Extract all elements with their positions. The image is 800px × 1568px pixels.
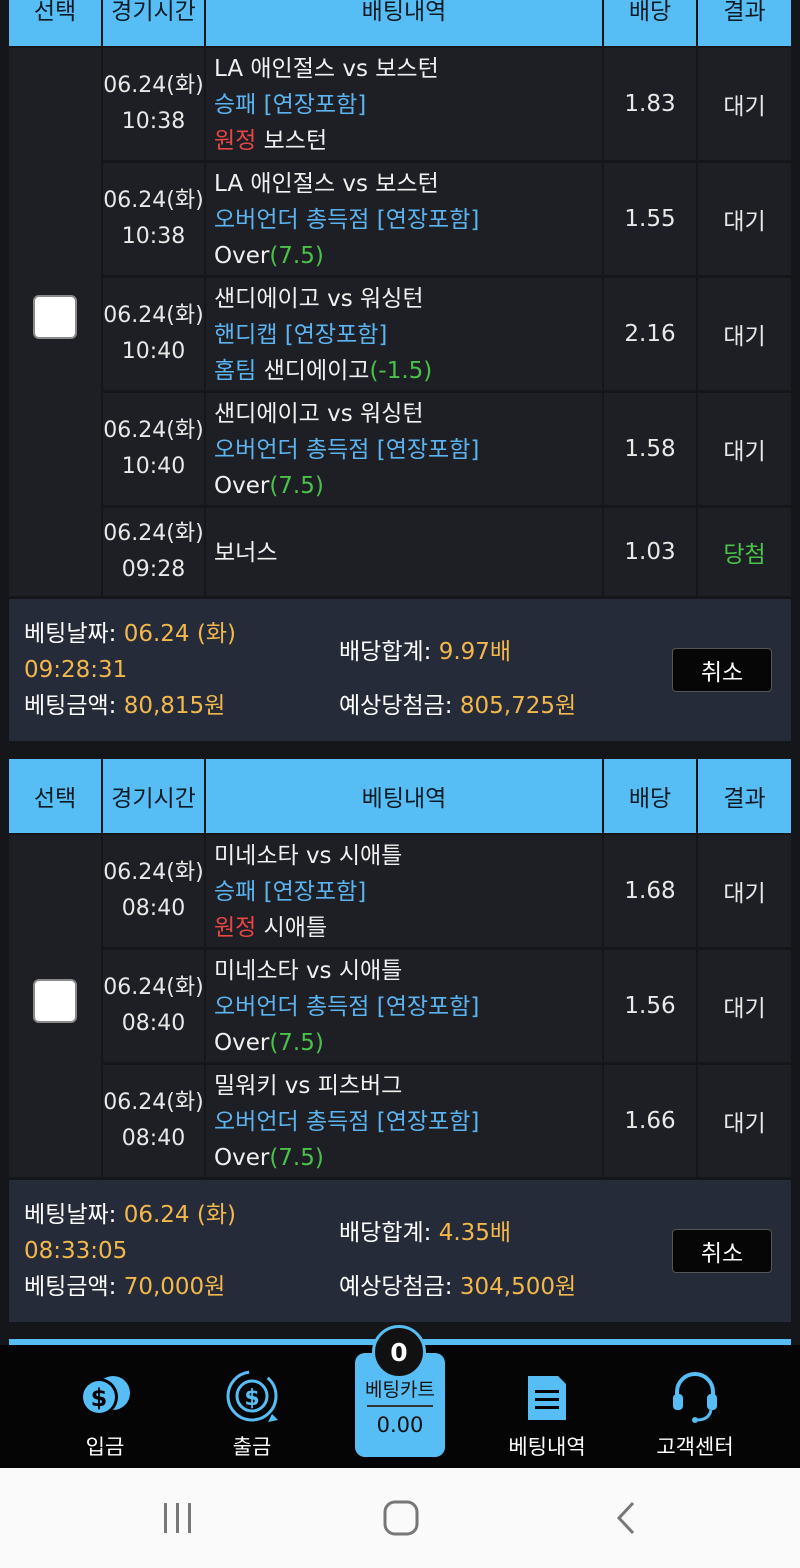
- table-row: 06.24(화) 08:40 밀워키 vs 피츠버그 오버언더 총득점 [연장포함…: [103, 1065, 791, 1177]
- bet-detail: 샌디에이고 vs 워싱턴 핸디캡 [연장포함] 홈팀 샌디에이고(-1.5): [206, 278, 602, 390]
- result-status: 대기: [698, 835, 791, 947]
- tab-support[interactable]: 고객센터: [620, 1345, 770, 1468]
- home-button[interactable]: [371, 1498, 431, 1538]
- svg-text:$: $: [91, 1384, 108, 1412]
- expected-payout: 예상당첨금: 304,500원: [339, 1274, 577, 1300]
- odds-value: 1.03: [604, 508, 696, 596]
- match-time: 06.24(화) 10:38: [103, 163, 204, 275]
- system-nav-bar: [0, 1468, 800, 1568]
- result-status: 대기: [698, 278, 791, 390]
- bet-date: 베팅날짜: 06.24 (화): [24, 621, 236, 647]
- table-row: 06.24(화) 10:40 샌디에이고 vs 워싱턴 오버언더 총득점 [연장포…: [103, 393, 791, 505]
- slip-checkbox[interactable]: [33, 295, 77, 339]
- result-status: 대기: [698, 393, 791, 505]
- col-result: 결과: [723, 786, 766, 812]
- svg-text:$: $: [244, 1386, 259, 1411]
- table-row: 06.24(화) 08:40 미네소타 vs 시애틀 오버언더 총득점 [연장포함…: [103, 950, 791, 1062]
- table-row: 06.24(화) 08:40 미네소타 vs 시애틀 승패 [연장포함] 원정 시…: [103, 835, 791, 947]
- odds-value: 1.83: [604, 48, 696, 160]
- bet-time: 08:33:05: [24, 1238, 128, 1264]
- match-time: 06.24(화) 10:40: [103, 278, 204, 390]
- odds-value: 1.56: [604, 950, 696, 1062]
- col-odds: 배당: [604, 759, 698, 833]
- col-odds: 배당: [604, 0, 698, 46]
- tab-bet-history[interactable]: 베팅내역: [472, 1345, 622, 1468]
- col-select: 선택: [9, 0, 103, 46]
- col-select: 선택: [9, 759, 103, 833]
- match-time: 06.24(화) 10:40: [103, 393, 204, 505]
- cart-title: 베팅카트: [365, 1379, 435, 1401]
- tab-label: 베팅내역: [508, 1435, 586, 1459]
- total-odds: 배당합계: 9.97배: [339, 639, 512, 665]
- bet-detail: 미네소타 vs 시애틀 오버언더 총득점 [연장포함] Over(7.5): [206, 950, 602, 1062]
- match-time: 06.24(화) 08:40: [103, 950, 204, 1062]
- document-icon: [517, 1367, 577, 1425]
- col-bet: 베팅내역: [206, 759, 604, 833]
- bet-detail: 밀워키 vs 피츠버그 오버언더 총득점 [연장포함] Over(7.5): [206, 1065, 602, 1177]
- col-result: 결과: [723, 0, 766, 25]
- withdraw-coin-icon: $: [222, 1367, 282, 1425]
- select-cell: [9, 835, 101, 1177]
- tab-deposit[interactable]: $ 입금: [30, 1345, 180, 1468]
- match-time: 06.24(화) 08:40: [103, 1065, 204, 1177]
- col-bet: 배팅내역: [206, 0, 604, 46]
- table-header: 선택 경기시간 베팅내역 배당 결과: [9, 759, 791, 833]
- bet-amount: 베팅금액: 80,815원: [24, 693, 226, 719]
- total-odds: 배당합계: 4.35배: [339, 1220, 512, 1246]
- result-status: 대기: [698, 1065, 791, 1177]
- table-row: 06.24(화) 10:38 LA 애인절스 vs 보스턴 오버언더 총득점 [연…: [103, 163, 791, 275]
- cart-value: 0.00: [376, 1413, 424, 1437]
- tab-label: 입금: [85, 1435, 125, 1459]
- result-status: 대기: [698, 48, 791, 160]
- odds-value: 1.55: [604, 163, 696, 275]
- match-time: 06.24(화) 08:40: [103, 835, 204, 947]
- bet-detail: 미네소타 vs 시애틀 승패 [연장포함] 원정 시애틀: [206, 835, 602, 947]
- select-cell: [9, 48, 101, 596]
- expected-payout: 예상당첨금: 805,725원: [339, 693, 577, 719]
- odds-value: 2.16: [604, 278, 696, 390]
- match-time: 06.24(화) 09:28: [103, 508, 204, 596]
- table-header: 선택 경기시간 배팅내역 배당 결과: [9, 0, 791, 46]
- cancel-button[interactable]: 취소: [672, 648, 772, 692]
- cart-count-badge: 0: [372, 1325, 426, 1379]
- bet-amount: 베팅금액: 70,000원: [24, 1274, 226, 1300]
- slip-checkbox[interactable]: [33, 979, 77, 1023]
- odds-value: 1.66: [604, 1065, 696, 1177]
- col-time: 경기시간: [103, 759, 206, 833]
- result-status: 대기: [698, 163, 791, 275]
- bet-detail: 보너스: [206, 508, 602, 596]
- table-row-bonus: 06.24(화) 09:28 보너스 1.03 당첨: [103, 508, 791, 596]
- bottom-tab-bar: $ 입금 $ 출금 베팅카트 0.00 0 베팅내역 고객센터: [0, 1325, 800, 1468]
- bet-history-list[interactable]: 선택 경기시간 배팅내역 배당 결과 06.24(화) 10:38 LA 애인절스…: [0, 0, 800, 1345]
- table-row: 06.24(화) 10:40 샌디에이고 vs 워싱턴 핸디캡 [연장포함] 홈팀…: [103, 278, 791, 390]
- deposit-coin-icon: $: [75, 1367, 135, 1425]
- bet-detail: LA 애인절스 vs 보스턴 오버언더 총득점 [연장포함] Over(7.5): [206, 163, 602, 275]
- slip-summary: 베팅날짜: 06.24 (화) 09:28:31 베팅금액: 80,815원 배…: [9, 599, 791, 741]
- bet-detail: LA 애인절스 vs 보스턴 승패 [연장포함] 원정 보스턴: [206, 48, 602, 160]
- cart-divider: [367, 1405, 433, 1407]
- result-status: 당첨: [698, 508, 791, 596]
- recent-apps-button[interactable]: [148, 1498, 208, 1538]
- slip-summary: 베팅날짜: 06.24 (화) 08:33:05 베팅금액: 70,000원 배…: [9, 1180, 791, 1322]
- tab-label: 출금: [232, 1435, 272, 1459]
- headset-icon: [665, 1367, 725, 1425]
- cancel-button[interactable]: 취소: [672, 1229, 772, 1273]
- bet-time: 09:28:31: [24, 657, 128, 683]
- odds-value: 1.68: [604, 835, 696, 947]
- back-button[interactable]: [596, 1498, 656, 1538]
- table-row: 06.24(화) 10:38 LA 애인절스 vs 보스턴 승패 [연장포함] 원…: [103, 48, 791, 160]
- odds-value: 1.58: [604, 393, 696, 505]
- tab-label: 고객센터: [656, 1435, 734, 1459]
- col-time: 경기시간: [103, 0, 206, 46]
- result-status: 대기: [698, 950, 791, 1062]
- bet-date: 베팅날짜: 06.24 (화): [24, 1202, 236, 1228]
- tab-withdraw[interactable]: $ 출금: [177, 1345, 327, 1468]
- match-time: 06.24(화) 10:38: [103, 48, 204, 160]
- bet-detail: 샌디에이고 vs 워싱턴 오버언더 총득점 [연장포함] Over(7.5): [206, 393, 602, 505]
